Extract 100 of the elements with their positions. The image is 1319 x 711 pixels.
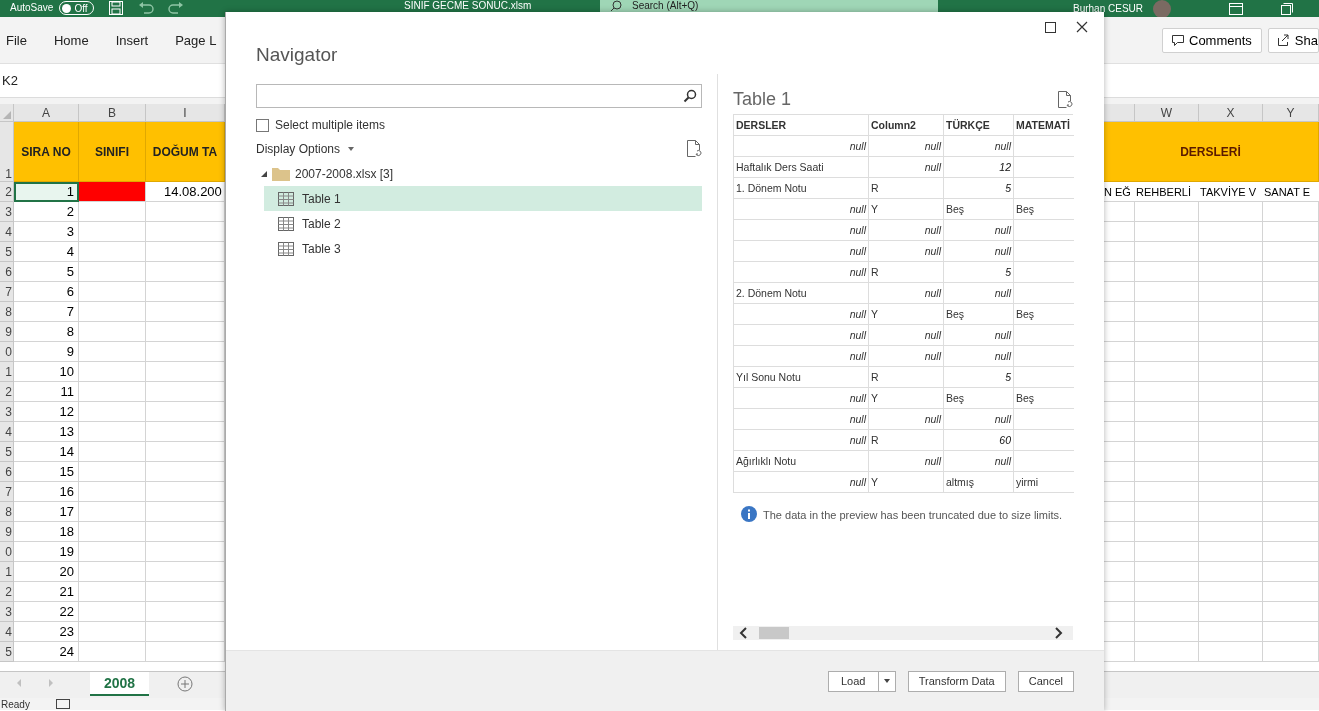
row-header[interactable]: 2 [0, 182, 14, 202]
table-cell: null [944, 325, 1014, 346]
table-cell: SANAT E [1263, 182, 1319, 202]
table-cell: 6 [14, 282, 79, 302]
share-button[interactable]: Sha [1267, 27, 1319, 53]
table-cell [1263, 202, 1319, 222]
ribbon-tab[interactable]: File [0, 28, 40, 52]
row-header[interactable]: 9 [0, 522, 14, 542]
row-header[interactable]: 3 [0, 402, 14, 422]
ribbon-tab[interactable]: Insert [109, 28, 162, 52]
header-cell: SINIFI [79, 122, 146, 182]
column-header[interactable]: B [79, 104, 146, 122]
add-sheet-icon[interactable] [177, 676, 194, 692]
row-header[interactable]: 0 [0, 542, 14, 562]
column-header[interactable]: W [1135, 104, 1199, 122]
table-cell [79, 462, 146, 482]
transform-data-button[interactable]: Transform Data [907, 670, 1006, 692]
restore-icon[interactable] [1281, 3, 1293, 15]
column-header[interactable]: X [1199, 104, 1263, 122]
row-header[interactable]: 7 [0, 482, 14, 502]
table-cell [1199, 402, 1263, 422]
table-cell [79, 262, 146, 282]
row-header[interactable]: 2 [0, 582, 14, 602]
table-cell [79, 302, 146, 322]
expand-icon[interactable] [261, 170, 267, 177]
row-header[interactable]: 5 [0, 242, 14, 262]
row-header[interactable]: 8 [0, 502, 14, 522]
table-cell: null [869, 220, 944, 241]
table-cell: 23 [14, 622, 79, 642]
display-options-dropdown[interactable]: Display Options [256, 141, 355, 156]
column-header[interactable]: A [14, 104, 79, 122]
table-cell [79, 582, 146, 602]
table-cell [1135, 602, 1199, 622]
column-header[interactable]: I [146, 104, 225, 122]
table-cell: null [944, 220, 1014, 241]
row-header[interactable]: 7 [0, 282, 14, 302]
load-button[interactable]: Load [827, 670, 879, 692]
scroll-thumb[interactable] [759, 627, 789, 639]
row-header[interactable]: 4 [0, 422, 14, 442]
table-cell: 1. Dönem Notu [734, 178, 869, 199]
row-header[interactable]: 1 [0, 562, 14, 582]
tree-item[interactable]: Table 3 [264, 236, 702, 261]
tree-item[interactable]: 2007-2008.xlsx [3] [256, 161, 702, 186]
row-header[interactable]: 6 [0, 462, 14, 482]
scroll-right-icon[interactable] [1055, 627, 1063, 639]
row-header[interactable]: 4 [0, 622, 14, 642]
row-header[interactable]: 5 [0, 642, 14, 662]
ribbon-display-icon[interactable] [1229, 3, 1243, 15]
table-cell [1263, 562, 1319, 582]
tree-item[interactable]: Table 1 [264, 186, 702, 211]
accessibility-icon[interactable] [55, 699, 70, 709]
table-cell [1199, 602, 1263, 622]
close-icon[interactable] [1076, 21, 1088, 33]
table-cell: null [734, 388, 869, 409]
table-cell [79, 322, 146, 342]
table-cell [1263, 602, 1319, 622]
maximize-icon[interactable] [1045, 21, 1056, 33]
undo-icon[interactable] [137, 1, 154, 15]
ribbon-tab[interactable]: Home [47, 28, 102, 52]
row-header[interactable]: 2 [0, 382, 14, 402]
ribbon-tab[interactable]: Page L [169, 28, 230, 52]
row-header[interactable]: 5 [0, 442, 14, 462]
refresh-icon[interactable] [687, 140, 702, 157]
search-field[interactable] [256, 84, 702, 108]
horizontal-scrollbar[interactable] [733, 626, 1073, 640]
sheet-tab[interactable]: 2008 [90, 672, 150, 696]
row-header[interactable]: 3 [0, 202, 14, 222]
row-header[interactable]: 1 [0, 362, 14, 382]
redo-icon[interactable] [167, 1, 184, 15]
comments-button[interactable]: Comments [1162, 27, 1262, 53]
table-cell [1135, 482, 1199, 502]
row-header[interactable]: 6 [0, 262, 14, 282]
save-icon[interactable] [107, 0, 124, 16]
checkbox[interactable] [256, 118, 269, 132]
column-header: Column2 [869, 115, 944, 136]
table-cell [1199, 202, 1263, 222]
tree-item[interactable]: Table 2 [264, 211, 702, 236]
row-header[interactable]: 4 [0, 222, 14, 242]
row-header[interactable]: 9 [0, 322, 14, 342]
row-header[interactable]: 0 [0, 342, 14, 362]
column-header[interactable]: Y [1263, 104, 1319, 122]
table-cell: 17 [14, 502, 79, 522]
table-cell: 5 [944, 367, 1014, 388]
name-box[interactable]: K2 [0, 73, 18, 88]
row-header[interactable]: 1 [0, 122, 14, 182]
cancel-button[interactable]: Cancel [1017, 670, 1074, 692]
row-header[interactable]: 8 [0, 302, 14, 322]
table-cell: Y [869, 388, 944, 409]
table-cell: 9 [14, 342, 79, 362]
checkbox-label[interactable]: Select multiple items [275, 118, 386, 132]
refresh-icon[interactable] [1058, 90, 1073, 108]
row-header[interactable]: 3 [0, 602, 14, 622]
table-cell [79, 202, 146, 222]
table-cell [1263, 542, 1319, 562]
table-cell: null [869, 157, 944, 178]
status-text: Ready [1, 698, 30, 710]
table-cell [1263, 522, 1319, 542]
search-icon[interactable] [683, 89, 697, 103]
scroll-left-icon[interactable] [739, 627, 747, 639]
table-cell: null [734, 304, 869, 325]
